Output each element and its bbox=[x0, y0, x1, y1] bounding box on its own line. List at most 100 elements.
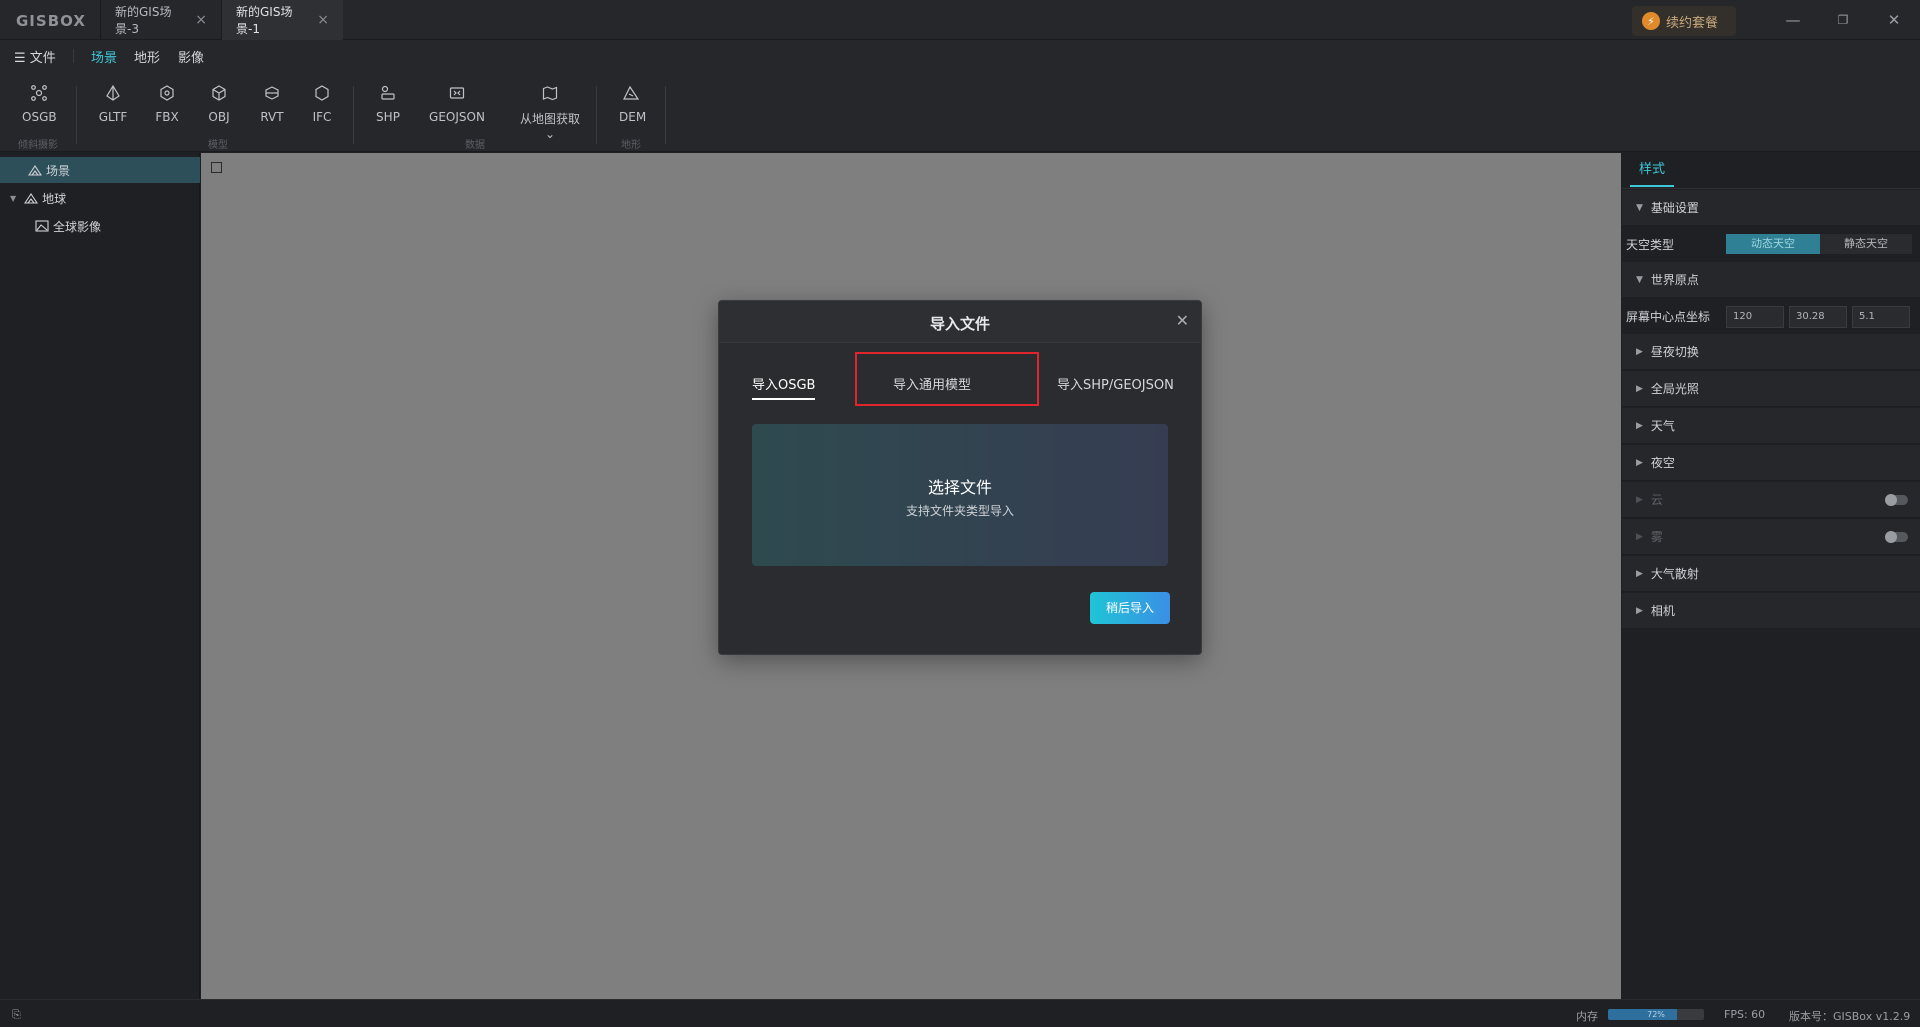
menu-imagery[interactable]: 影像 bbox=[178, 47, 204, 66]
section-day-night[interactable]: ▶ 昼夜切换 bbox=[1622, 334, 1920, 370]
close-icon[interactable]: × bbox=[195, 12, 207, 28]
section-atmosphere[interactable]: ▶ 大气散射 bbox=[1622, 556, 1920, 592]
tool-dem[interactable]: DEM bbox=[619, 84, 647, 124]
rvt-icon bbox=[263, 84, 281, 102]
dialog-header: 导入文件 ✕ bbox=[719, 301, 1201, 343]
tab-scene-3[interactable]: 新的GIS场景-3 × bbox=[100, 0, 221, 40]
section-night-sky[interactable]: ▶ 夜空 bbox=[1622, 445, 1920, 481]
close-icon[interactable]: ✕ bbox=[1176, 311, 1189, 330]
section-fog: ▶ 雾 bbox=[1622, 519, 1920, 555]
sky-type-row: 天空类型 动态天空 静态天空 bbox=[1622, 226, 1920, 262]
tree-item-label: 地球 bbox=[42, 191, 67, 206]
renew-button[interactable]: ⚡ 续约套餐 bbox=[1632, 6, 1736, 36]
caret-down-icon[interactable]: ▼ bbox=[10, 194, 16, 203]
menu-bar: ☰ 文件 场景 地形 影像 bbox=[0, 40, 1920, 72]
tab-import-osgb[interactable]: 导入OSGB bbox=[752, 374, 816, 400]
caret-right-icon: ▶ bbox=[1636, 457, 1643, 468]
tool-label: OBJ bbox=[208, 110, 230, 124]
earth-icon bbox=[24, 192, 39, 204]
toolbar-divider bbox=[353, 86, 354, 144]
close-window-button[interactable]: ✕ bbox=[1881, 8, 1907, 32]
center-latitude-input[interactable]: 30.28 bbox=[1789, 306, 1847, 328]
tool-label: FBX bbox=[155, 110, 179, 124]
screen-center-row: 屏幕中心点坐标 120 30.28 5.1 bbox=[1622, 298, 1920, 334]
file-menu[interactable]: ☰ 文件 bbox=[14, 47, 56, 66]
section-camera[interactable]: ▶ 相机 bbox=[1622, 593, 1920, 629]
tool-rvt[interactable]: RVT bbox=[259, 84, 285, 124]
tool-ifc[interactable]: IFC bbox=[312, 84, 332, 124]
group-label-data: 数据 bbox=[465, 140, 485, 151]
section-label: 大气散射 bbox=[1650, 567, 1699, 581]
tab-scene-1[interactable]: 新的GIS场景-1 × bbox=[221, 0, 343, 40]
tree-item-global-imagery[interactable]: 全球影像 bbox=[0, 213, 200, 239]
menu-divider bbox=[73, 49, 74, 63]
center-longitude-input[interactable]: 120 bbox=[1726, 306, 1784, 328]
dropzone-title: 选择文件 bbox=[927, 478, 992, 497]
tool-osgb[interactable]: OSGB bbox=[22, 84, 57, 124]
import-later-button[interactable]: 稍后导入 bbox=[1090, 592, 1170, 624]
osgb-icon bbox=[30, 84, 48, 102]
map-fetch-icon bbox=[541, 84, 559, 102]
group-label-oblique: 倾斜摄影 bbox=[18, 140, 58, 151]
caret-right-icon: ▶ bbox=[1636, 531, 1643, 542]
tree-item-label: 全球影像 bbox=[53, 219, 102, 234]
fbx-icon bbox=[158, 84, 176, 102]
tool-geojson[interactable]: GEOJSON bbox=[429, 84, 485, 124]
tool-fbx[interactable]: FBX bbox=[155, 84, 179, 124]
tool-gltf[interactable]: GLTF bbox=[97, 84, 129, 124]
toolbar-divider bbox=[76, 86, 77, 144]
section-world-origin[interactable]: ▼ 世界原点 bbox=[1622, 262, 1920, 298]
menu-terrain[interactable]: 地形 bbox=[134, 47, 160, 66]
sky-option-static[interactable]: 静态天空 bbox=[1820, 234, 1912, 254]
section-label: 世界原点 bbox=[1650, 273, 1699, 287]
file-menu-label: 文件 bbox=[29, 51, 56, 66]
tool-label: SHP bbox=[376, 110, 400, 124]
restore-button[interactable]: ❐ bbox=[1830, 8, 1856, 32]
tool-map-fetch[interactable]: 从地图获取 ⌄ bbox=[514, 84, 586, 141]
section-label: 天气 bbox=[1650, 419, 1675, 433]
tool-shp[interactable]: SHP bbox=[376, 84, 400, 124]
close-icon[interactable]: × bbox=[317, 12, 329, 28]
fps-readout: FPS: 60 bbox=[1724, 1008, 1766, 1021]
cloud-toggle[interactable] bbox=[1885, 494, 1908, 506]
menu-scene[interactable]: 场景 bbox=[91, 47, 118, 72]
sky-option-dynamic[interactable]: 动态天空 bbox=[1726, 234, 1820, 254]
tab-style[interactable]: 样式 bbox=[1630, 153, 1674, 187]
tree-item-scene[interactable]: 场景 bbox=[0, 157, 200, 183]
file-drop-zone[interactable]: 选择文件 支持文件夹类型导入 bbox=[752, 424, 1168, 566]
caret-right-icon: ▶ bbox=[1636, 494, 1643, 505]
caret-right-icon: ▶ bbox=[1636, 346, 1643, 357]
tool-label: GEOJSON bbox=[429, 110, 485, 124]
section-basic-settings[interactable]: ▼ 基础设置 bbox=[1622, 190, 1920, 226]
shp-icon bbox=[379, 84, 397, 102]
renew-label: 续约套餐 bbox=[1666, 15, 1719, 31]
log-icon[interactable]: ⎘ bbox=[12, 1008, 21, 1022]
tab-import-shp-geojson[interactable]: 导入SHP/GEOJSON bbox=[1057, 374, 1174, 393]
viewport-placeholder-icon bbox=[211, 162, 222, 173]
ribbon-toolbar: OSGB GLTF FBX OBJ RVT IFC SHP GEOJSON 从地… bbox=[0, 70, 1920, 152]
caret-down-icon: ▼ bbox=[1636, 202, 1643, 213]
memory-label: 内存 bbox=[1576, 1010, 1598, 1023]
tab-label: 新的GIS场景-3 bbox=[115, 5, 172, 36]
tool-obj[interactable]: OBJ bbox=[206, 84, 232, 124]
center-height-input[interactable]: 5.1 bbox=[1852, 306, 1910, 328]
section-global-lighting[interactable]: ▶ 全局光照 bbox=[1622, 371, 1920, 407]
tab-import-general-model[interactable]: 导入通用模型 bbox=[893, 374, 971, 393]
tool-label: DEM bbox=[619, 110, 647, 124]
obj-icon bbox=[210, 84, 228, 102]
tree-item-earth[interactable]: ▼ 地球 bbox=[0, 185, 200, 211]
section-label: 基础设置 bbox=[1650, 201, 1699, 215]
toolbar-divider bbox=[596, 86, 597, 144]
section-label: 昼夜切换 bbox=[1650, 345, 1699, 359]
memory-percent: 72% bbox=[1647, 1010, 1665, 1019]
app-logo: GISBOX bbox=[16, 12, 86, 30]
minimize-button[interactable]: — bbox=[1780, 8, 1806, 32]
screen-center-label: 屏幕中心点坐标 bbox=[1626, 309, 1711, 324]
group-label-terrain: 地形 bbox=[621, 140, 641, 151]
scene-icon bbox=[27, 164, 43, 176]
fog-toggle[interactable] bbox=[1885, 531, 1908, 543]
section-label: 云 bbox=[1650, 493, 1663, 507]
tool-label: OSGB bbox=[22, 110, 57, 124]
hamburger-icon: ☰ bbox=[14, 51, 26, 66]
section-weather[interactable]: ▶ 天气 bbox=[1622, 408, 1920, 444]
